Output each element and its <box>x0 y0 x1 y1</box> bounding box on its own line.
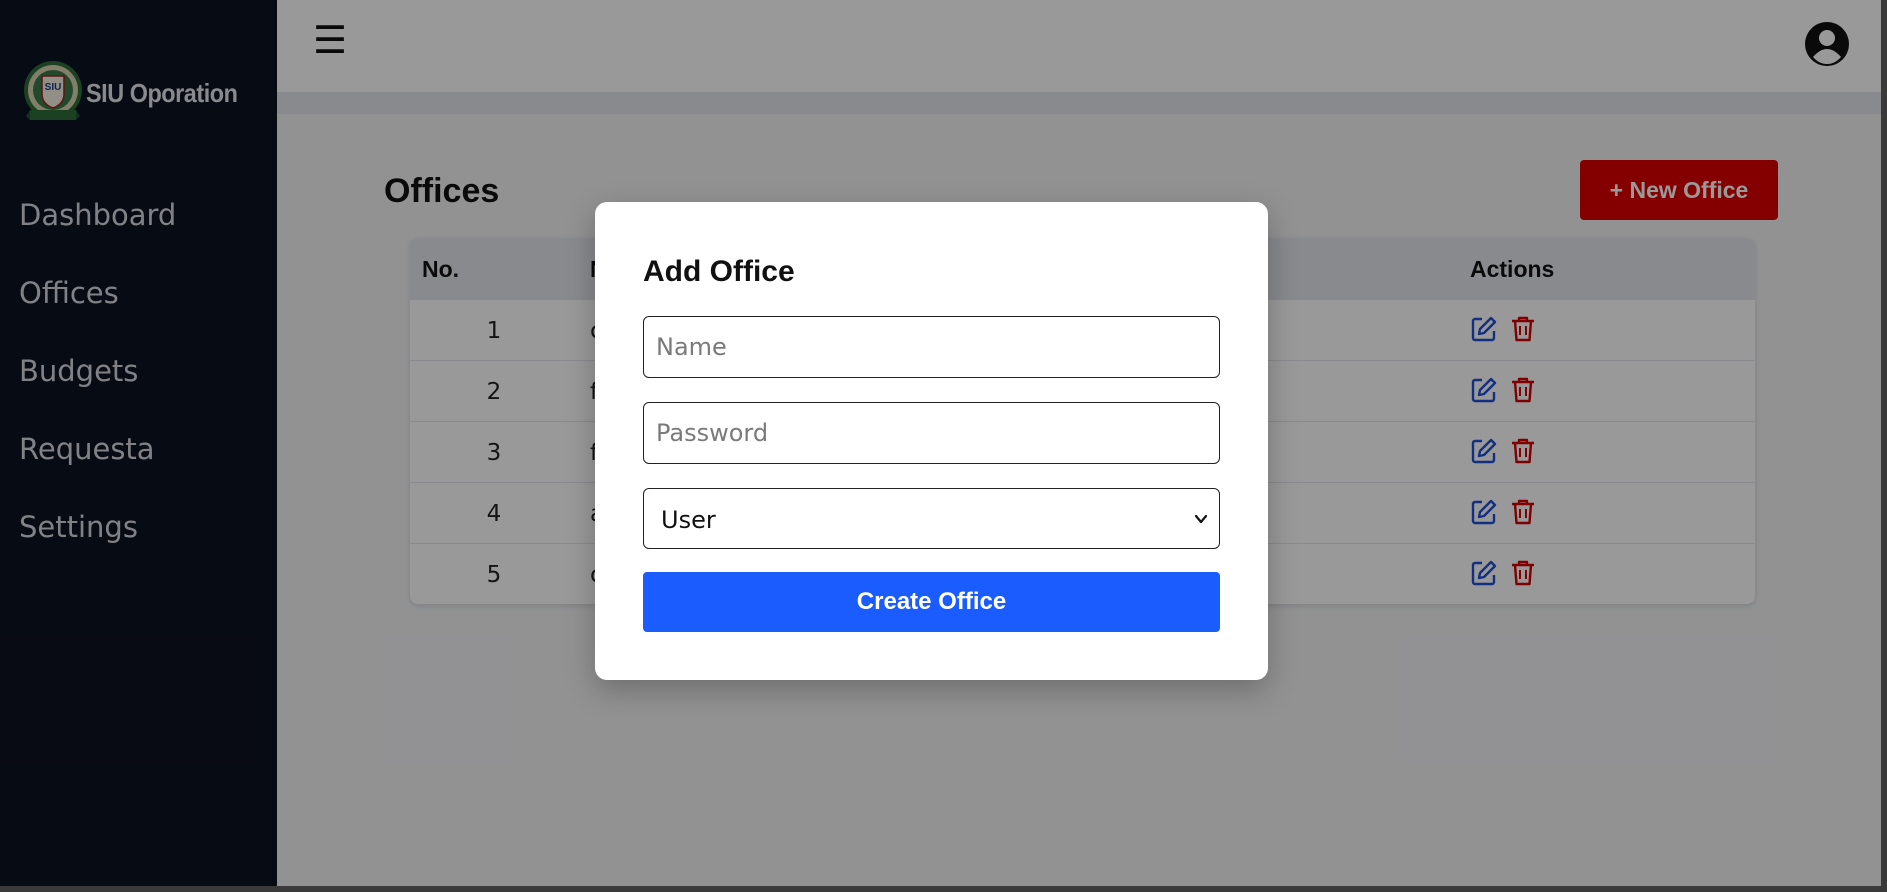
role-select[interactable]: User <box>643 488 1220 549</box>
add-office-modal: Add Office User Create Office <box>595 202 1268 680</box>
name-input[interactable] <box>643 316 1220 378</box>
window-bottom-edge <box>0 886 1887 892</box>
create-office-button[interactable]: Create Office <box>643 572 1220 632</box>
role-select-value: User <box>661 506 716 534</box>
password-input[interactable] <box>643 402 1220 464</box>
chevron-down-icon <box>1194 514 1208 524</box>
window-edge <box>1881 0 1887 886</box>
modal-title: Add Office <box>643 255 795 288</box>
